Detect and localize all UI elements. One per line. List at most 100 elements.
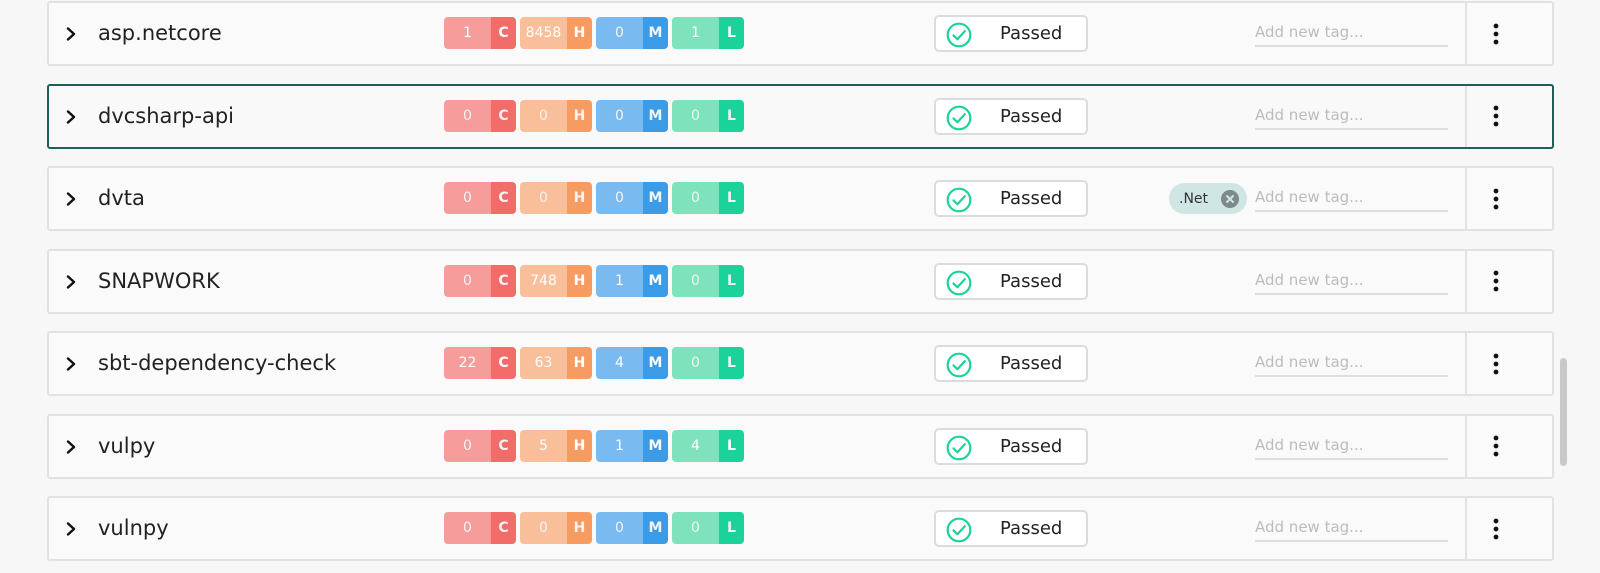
status-label: Passed <box>1000 105 1063 127</box>
high-count: 0 <box>520 99 567 132</box>
status-badge[interactable]: Passed <box>934 427 1088 465</box>
project-row[interactable]: vulpy 0C 5H 1M 4L Passed <box>47 413 1554 479</box>
add-tag-input[interactable] <box>1255 514 1448 542</box>
medium-badge: 4M <box>596 347 668 379</box>
project-name[interactable]: asp.netcore <box>98 3 222 64</box>
high-letter: H <box>567 99 592 132</box>
critical-badge: 0C <box>444 264 516 297</box>
scrollbar[interactable] <box>1560 0 1570 573</box>
critical-letter: C <box>491 99 516 132</box>
medium-badge: 1M <box>596 264 668 297</box>
low-count: 0 <box>672 99 719 132</box>
medium-count: 1 <box>596 429 643 462</box>
medium-letter: M <box>643 182 668 214</box>
check-circle-icon <box>946 352 972 378</box>
high-letter: H <box>567 429 592 462</box>
status-badge[interactable]: Passed <box>934 510 1088 547</box>
more-vertical-icon[interactable] <box>1467 498 1524 559</box>
high-badge: 748 H <box>520 264 592 297</box>
project-row[interactable]: vulnpy 0C 0H 0M 0L Passed <box>47 496 1554 561</box>
project-name[interactable]: dvta <box>98 168 145 229</box>
medium-badge: 1M <box>596 429 668 462</box>
high-badge: 5H <box>520 429 592 462</box>
check-circle-icon <box>946 105 972 131</box>
chevron-right-icon[interactable] <box>61 518 81 540</box>
scrollbar-thumb[interactable] <box>1560 358 1567 466</box>
severity-badges: 1C 8458 H 0M 1L <box>444 17 748 49</box>
low-count: 0 <box>672 182 719 214</box>
check-circle-icon <box>946 270 972 296</box>
status-badge[interactable]: Passed <box>934 97 1088 135</box>
chevron-right-icon[interactable] <box>61 106 81 128</box>
high-count: 748 <box>520 264 567 297</box>
high-count: 5 <box>520 429 567 462</box>
project-name[interactable]: vulnpy <box>98 498 169 559</box>
critical-badge: 1C <box>444 17 516 49</box>
project-row[interactable]: asp.netcore 1C 8458 H 0M 1L Passed <box>47 1 1554 66</box>
more-vertical-icon[interactable] <box>1467 3 1524 64</box>
chevron-right-icon[interactable] <box>61 436 81 458</box>
high-badge: 0H <box>520 99 592 132</box>
more-vertical-icon[interactable] <box>1467 86 1524 147</box>
high-letter: H <box>567 264 592 297</box>
project-row[interactable]: sbt-dependency-check 22 C 63 H 4M 0L Passe… <box>47 331 1554 396</box>
critical-letter: C <box>491 429 516 462</box>
low-letter: L <box>719 17 744 49</box>
add-tag-input[interactable] <box>1255 349 1448 377</box>
add-tag-input[interactable] <box>1255 266 1448 295</box>
chevron-right-icon[interactable] <box>61 23 81 45</box>
tag-label: .Net <box>1179 190 1209 207</box>
medium-count: 1 <box>596 264 643 297</box>
add-tag-input[interactable] <box>1255 184 1448 212</box>
project-list: asp.netcore 1C 8458H 0M 1L Passed dvcsha… <box>47 1 1554 573</box>
critical-letter: C <box>491 347 516 379</box>
status-badge[interactable]: Passed <box>934 15 1088 52</box>
status-badge[interactable]: Passed <box>934 262 1088 300</box>
high-letter: H <box>567 182 592 214</box>
severity-badges: 0C 748 H 1M 0L <box>444 264 748 297</box>
critical-badge: 0C <box>444 512 516 544</box>
high-badge: 8458 H <box>520 17 592 49</box>
more-vertical-icon[interactable] <box>1467 168 1524 229</box>
low-badge: 4L <box>672 429 744 462</box>
project-name[interactable]: dvcsharp-api <box>98 86 234 147</box>
project-row[interactable]: SNAPWORK 0C 748 H 1M 0L Passed <box>47 248 1554 314</box>
low-badge: 0L <box>672 99 744 132</box>
status-badge[interactable]: Passed <box>934 180 1088 217</box>
more-vertical-icon[interactable] <box>1467 251 1524 312</box>
low-badge: 0L <box>672 182 744 214</box>
medium-count: 0 <box>596 99 643 132</box>
medium-letter: M <box>643 347 668 379</box>
chevron-right-icon[interactable] <box>61 188 81 210</box>
medium-count: 0 <box>596 182 643 214</box>
chevron-right-icon[interactable] <box>61 353 81 375</box>
project-row[interactable]: dvcsharp-api 0C 0H 0M 0L Passed <box>47 83 1554 149</box>
high-letter: H <box>567 17 592 49</box>
project-name[interactable]: SNAPWORK <box>98 251 220 312</box>
status-label: Passed <box>1000 23 1063 44</box>
project-name[interactable]: vulpy <box>98 416 155 477</box>
critical-count: 0 <box>444 429 491 462</box>
check-circle-icon <box>946 187 972 213</box>
low-count: 0 <box>672 347 719 379</box>
project-name[interactable]: sbt-dependency-check <box>98 333 336 394</box>
status-badge[interactable]: Passed <box>934 345 1088 382</box>
medium-letter: M <box>643 512 668 544</box>
project-row[interactable]: dvta 0C 0H 0M 0L Passed .Net <box>47 166 1554 231</box>
close-circle-icon[interactable] <box>1221 190 1239 208</box>
low-letter: L <box>719 512 744 544</box>
high-badge: 0H <box>520 512 592 544</box>
more-vertical-icon[interactable] <box>1467 416 1524 477</box>
low-count: 4 <box>672 429 719 462</box>
medium-badge: 0M <box>596 182 668 214</box>
add-tag-input[interactable] <box>1255 431 1448 460</box>
chevron-right-icon[interactable] <box>61 271 81 293</box>
add-tag-input[interactable] <box>1255 101 1448 130</box>
critical-badge: 0C <box>444 182 516 214</box>
medium-letter: M <box>643 264 668 297</box>
critical-letter: C <box>491 182 516 214</box>
low-count: 1 <box>672 17 719 49</box>
add-tag-input[interactable] <box>1255 19 1448 47</box>
medium-letter: M <box>643 429 668 462</box>
more-vertical-icon[interactable] <box>1467 333 1524 394</box>
